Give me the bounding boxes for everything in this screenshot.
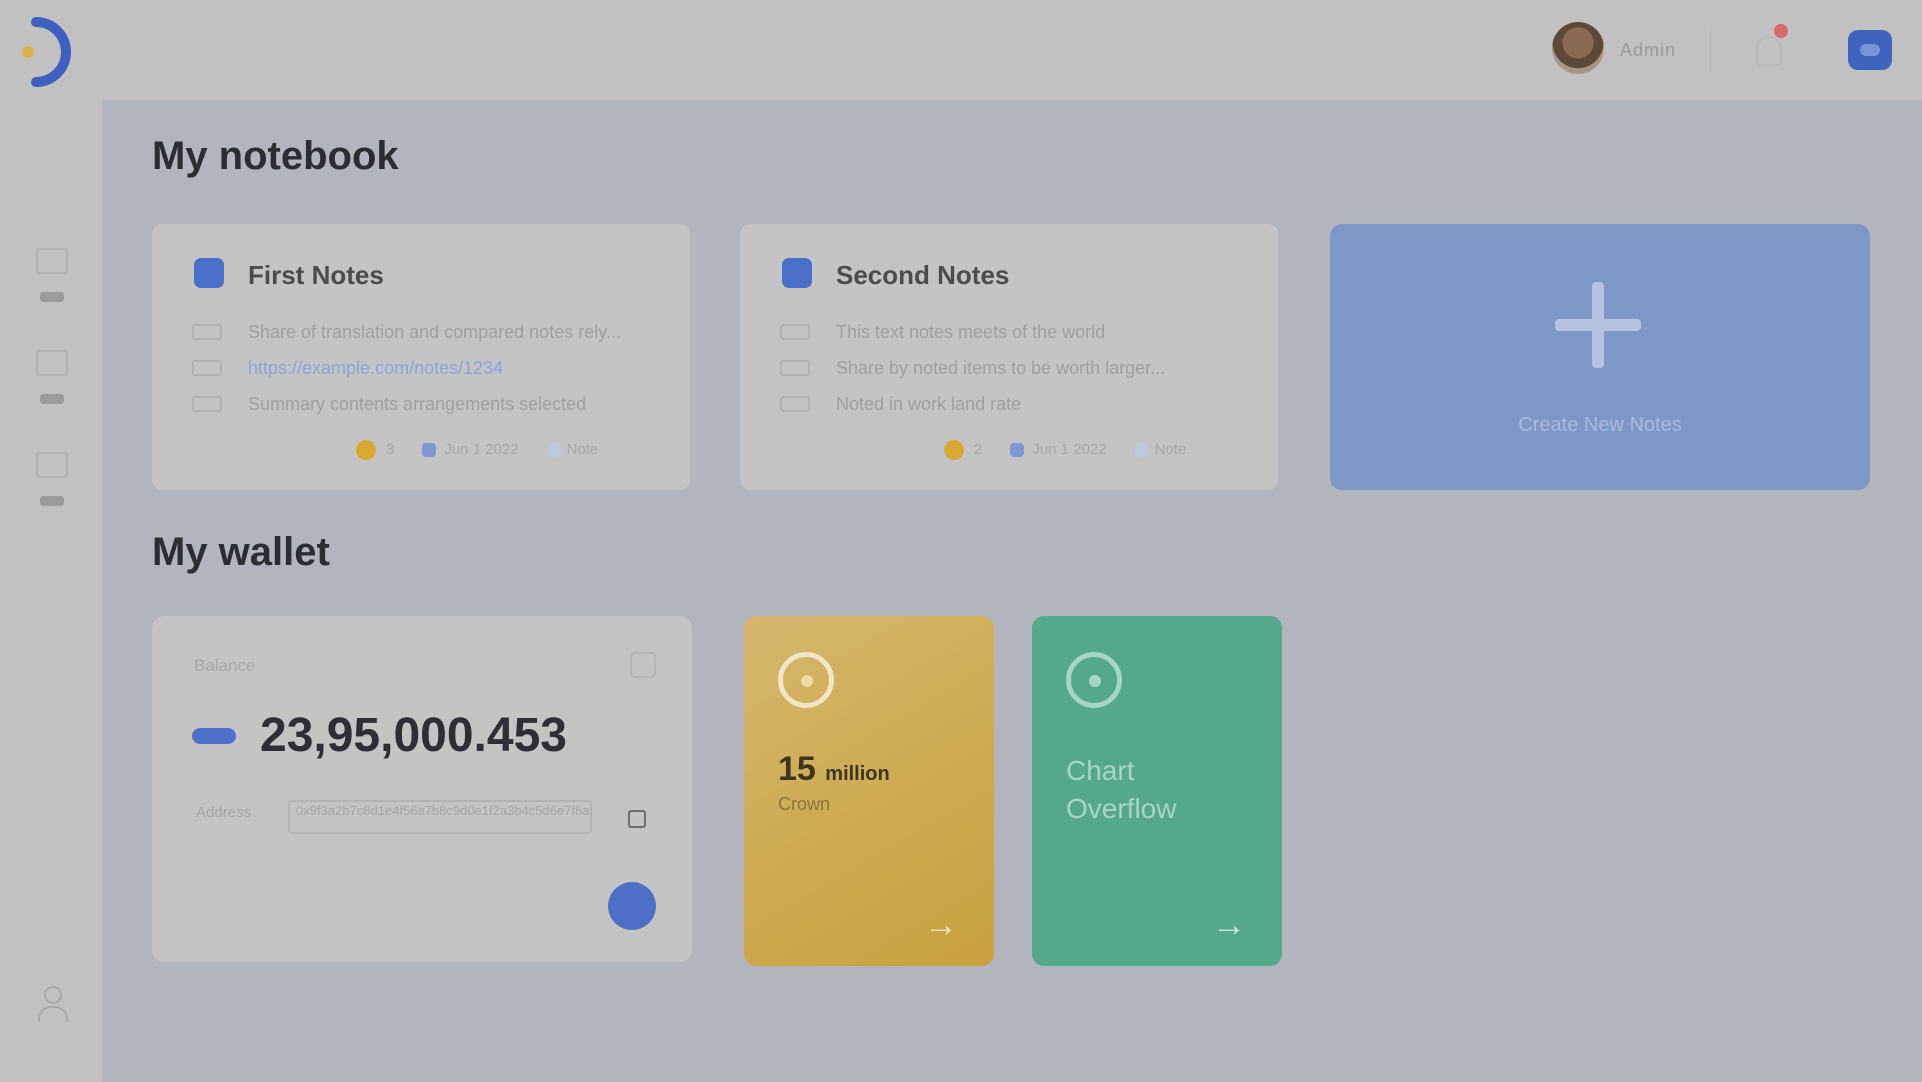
balance-amount: 23,95,000.453 (260, 709, 567, 762)
sidebar-item-wallet[interactable] (32, 350, 72, 414)
note-meta: 2 Jun 1 2022 Note (944, 440, 1186, 460)
note-line: Summary contents arrangements selected (192, 394, 652, 416)
plus-icon-bar (1555, 319, 1641, 331)
note-line-text: Noted in work land rate (836, 394, 1022, 414)
more-options-icon[interactable] (630, 652, 656, 678)
tag-icon (1134, 443, 1149, 457)
note-line-text: Summary contents arrangements selected (248, 394, 587, 414)
coin-icon (778, 652, 834, 708)
cloud-button[interactable] (1848, 30, 1892, 70)
arrow-right-icon[interactable]: → (1212, 906, 1246, 945)
note-count: 2 (974, 440, 983, 458)
sidebar (0, 100, 102, 1082)
copy-icon[interactable] (628, 810, 646, 828)
arrow-right-icon[interactable]: → (924, 906, 958, 945)
calendar-icon (1010, 443, 1025, 457)
gold-dot-icon (944, 440, 964, 460)
line-number-icon (780, 396, 810, 412)
note-line-text: Share of translation and compared notes … (248, 322, 621, 342)
note-meta: 3 Jun 1 2022 Note (356, 440, 598, 460)
gold-dot-icon (356, 440, 376, 460)
profile-icon[interactable] (36, 986, 68, 1026)
note-link[interactable]: https://example.com/notes/1234 (248, 358, 648, 379)
note-line-text: Share by noted items to be worth larger.… (836, 358, 1166, 378)
gold-wallet-card[interactable]: 15 million Crown → (744, 616, 994, 966)
note-line: Share by noted items to be worth larger.… (780, 358, 1240, 380)
wallet-icon (36, 350, 68, 376)
line-number-icon (192, 324, 222, 340)
note-tag: Note (566, 440, 599, 458)
bell-body (1756, 36, 1782, 66)
top-bar: Admin (0, 0, 1922, 100)
wallet-title: My wallet (152, 530, 330, 574)
green-card-title: Chart Overflow (1066, 752, 1176, 828)
notebook-title: My notebook (152, 134, 399, 178)
username-label[interactable]: Admin (1620, 40, 1676, 61)
note-line: Noted in work land rate (780, 394, 1240, 416)
sidebar-item-label (40, 496, 64, 506)
note-card[interactable]: First Notes Share of translation and com… (152, 224, 690, 490)
notification-bell-icon[interactable] (1752, 24, 1788, 72)
sidebar-item-notes[interactable] (32, 248, 72, 312)
sidebar-item-files[interactable] (32, 452, 72, 516)
chart-icon (1066, 652, 1122, 708)
note-line-text: This text notes meets of the world (836, 322, 1106, 342)
note-line: Share of translation and compared notes … (192, 322, 652, 344)
line-number-icon (780, 360, 810, 376)
files-icon (36, 452, 68, 478)
header-divider (1710, 28, 1711, 72)
line-number-icon (192, 396, 222, 412)
app-logo[interactable] (18, 14, 84, 90)
line-number-icon (192, 360, 222, 376)
tag-icon (546, 443, 561, 457)
green-card-title-line2: Overflow (1066, 793, 1177, 824)
address-label: Address (196, 804, 252, 821)
line-number-icon (780, 324, 810, 340)
note-checkbox[interactable] (194, 258, 224, 288)
gold-card-amount: 15 million (778, 750, 890, 789)
user-avatar[interactable] (1552, 22, 1604, 74)
note-line: https://example.com/notes/1234 (192, 358, 652, 380)
note-title: Second Notes (836, 260, 1010, 290)
calendar-icon (422, 443, 437, 457)
create-note-label: Create New Notes (1518, 414, 1682, 436)
balance-card: Balance 23,95,000.453 Address 0x9f3a2b7c… (152, 616, 692, 962)
note-tag: Note (1154, 440, 1187, 458)
sidebar-item-label (40, 394, 64, 404)
note-line: This text notes meets of the world (780, 322, 1240, 344)
address-field[interactable]: 0x9f3a2b7c8d1e4f56a7b8c9d0e1f2a3b4c5d6e7… (288, 800, 592, 834)
gold-card-sub: Crown (778, 794, 831, 814)
card-icon (192, 728, 236, 744)
sidebar-item-label (40, 292, 64, 302)
note-count: 3 (386, 440, 395, 458)
profile-icon-head (44, 986, 62, 1004)
gold-card-value: 15 (778, 750, 816, 788)
balance-label: Balance (194, 656, 256, 675)
notification-dot (1774, 24, 1788, 38)
note-checkbox[interactable] (782, 258, 812, 288)
note-date: Jun 1 2022 (1032, 440, 1107, 458)
note-card[interactable]: Second Notes This text notes meets of th… (740, 224, 1278, 490)
green-card-title-line1: Chart (1066, 755, 1135, 786)
note-title: First Notes (248, 260, 384, 290)
notes-icon (36, 248, 68, 274)
gold-card-unit: million (825, 763, 890, 785)
balance-action-button[interactable] (608, 882, 656, 930)
profile-icon-shoulders (38, 1006, 68, 1022)
note-date: Jun 1 2022 (444, 440, 519, 458)
create-note-button[interactable]: Create New Notes (1330, 224, 1870, 490)
green-wallet-card[interactable]: Chart Overflow → (1032, 616, 1282, 966)
